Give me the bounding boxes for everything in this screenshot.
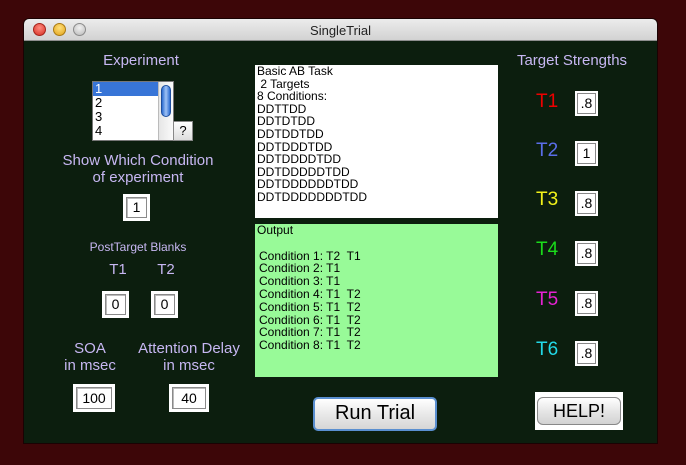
target-input-t4[interactable]: .8 xyxy=(577,243,596,264)
condition-heading-line2: of experiment xyxy=(92,169,184,186)
task-description-box[interactable]: Basic AB Task 2 Targets 8 Conditions: DD… xyxy=(255,65,498,218)
task-line: Basic AB Task xyxy=(257,65,333,78)
target-input-t1[interactable]: .8 xyxy=(577,93,596,114)
target-field-frame: .8 xyxy=(575,191,598,216)
blanks-t2-label: T2 xyxy=(157,261,175,278)
target-label-t6: T6 xyxy=(536,339,559,360)
target-input-t5[interactable]: .8 xyxy=(577,293,596,314)
attention-label-line1: Attention Delay xyxy=(138,340,240,357)
target-label-t3: T3 xyxy=(536,189,559,210)
target-field-frame: .8 xyxy=(575,341,598,366)
output-line: Condition 5: T1 T2 xyxy=(259,299,361,314)
experiment-list-item[interactable]: 1 xyxy=(93,82,158,96)
condition-heading-line1: Show Which Condition xyxy=(62,152,214,169)
task-line: DDTDDDDDDDTDD xyxy=(257,189,367,204)
blanks-t2-input[interactable]: 0 xyxy=(154,294,175,315)
help-button[interactable]: HELP! xyxy=(537,397,621,425)
experiment-list[interactable]: 1 2 3 4 xyxy=(92,81,174,141)
target-field-frame: .8 xyxy=(575,91,598,116)
title-bar: SingleTrial xyxy=(24,19,657,41)
target-label-t5: T5 xyxy=(536,289,559,310)
output-box[interactable]: Output Condition 1: T2 T1 Condition 2: T… xyxy=(255,224,498,377)
target-field-frame: .8 xyxy=(575,241,598,266)
output-line: Condition 8: T1 T2 xyxy=(259,338,361,353)
target-field-frame: .8 xyxy=(575,291,598,316)
target-label-t1: T1 xyxy=(536,91,559,112)
soa-label-line2: in msec xyxy=(64,357,116,374)
single-trial-window: SingleTrial Experiment 1 2 3 4 ? Show Wh… xyxy=(24,19,657,443)
target-label-t4: T4 xyxy=(536,239,559,260)
target-label-t2: T2 xyxy=(536,140,559,161)
soa-input[interactable]: 100 xyxy=(76,387,112,409)
attention-label-line2: in msec xyxy=(163,357,215,374)
condition-input[interactable]: 1 xyxy=(126,197,147,218)
attention-input[interactable]: 40 xyxy=(172,387,206,409)
target-field-frame: 1 xyxy=(575,141,598,166)
target-strengths-heading: Target Strengths xyxy=(516,52,628,69)
scrollbar-thumb[interactable] xyxy=(161,85,171,117)
experiment-heading: Experiment xyxy=(103,52,179,69)
target-input-t3[interactable]: .8 xyxy=(577,193,596,214)
task-line: DDTDDDDTDD xyxy=(257,152,341,167)
soa-label-line1: SOA xyxy=(74,340,106,357)
output-heading: Output xyxy=(257,224,294,237)
task-line: 8 Conditions: xyxy=(257,89,328,104)
output-spacer xyxy=(257,237,496,250)
blanks-t1-label: T1 xyxy=(109,261,127,278)
experiment-help-button[interactable]: ? xyxy=(173,121,193,141)
blanks-heading: PostTarget Blanks xyxy=(89,240,187,254)
target-input-t6[interactable]: .8 xyxy=(577,343,596,364)
run-trial-button[interactable]: Run Trial xyxy=(313,397,437,431)
blanks-t1-input[interactable]: 0 xyxy=(105,294,126,315)
output-line: Condition 4: T1 T2 xyxy=(259,286,361,301)
window-title: SingleTrial xyxy=(310,23,371,38)
task-line: DDTDDTDD xyxy=(257,126,324,141)
target-input-t2[interactable]: 1 xyxy=(577,143,596,164)
experiment-list-scrollbar[interactable] xyxy=(158,82,173,140)
